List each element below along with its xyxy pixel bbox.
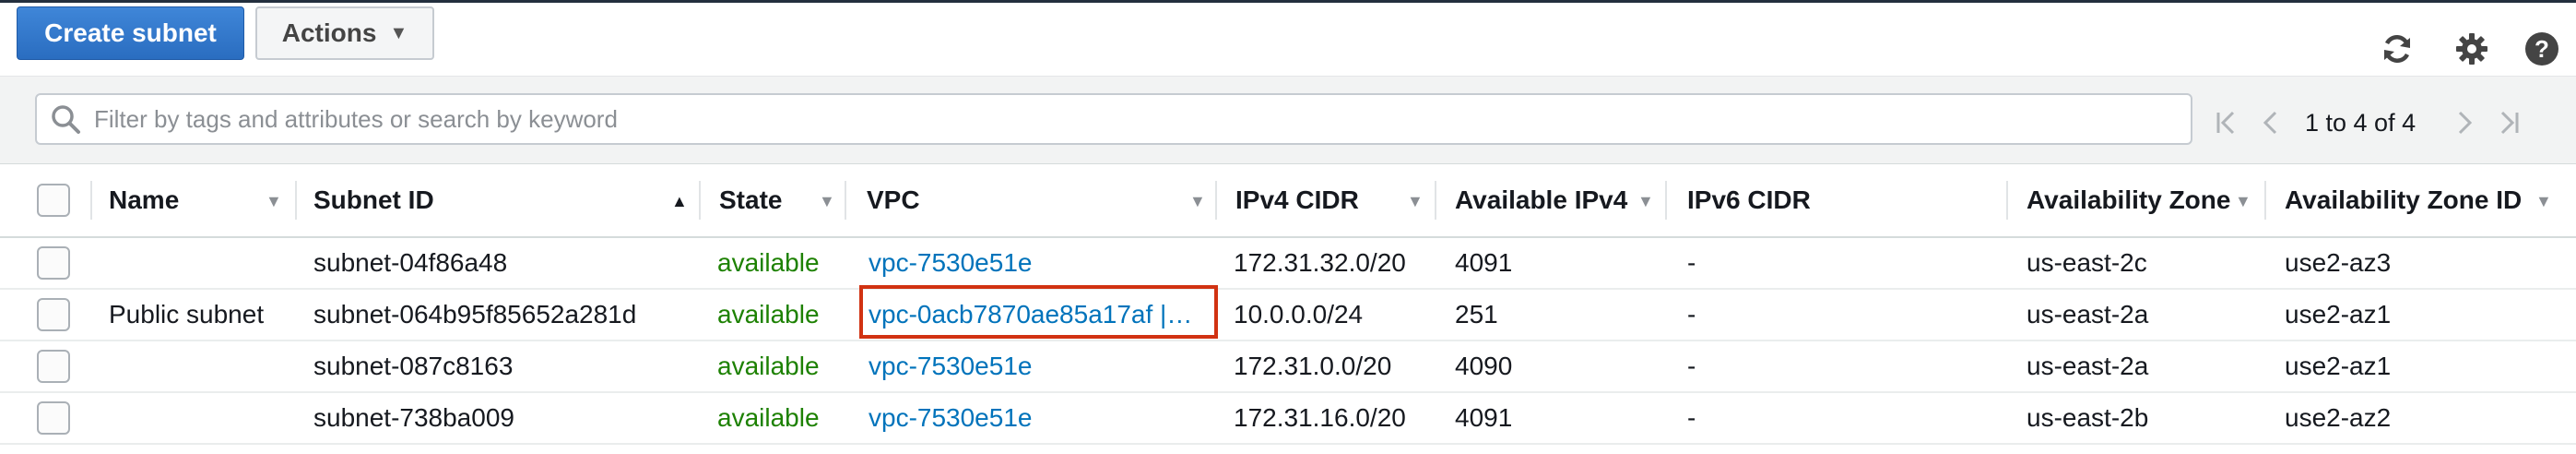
sort-caret-icon[interactable]: ▼ — [1407, 192, 1424, 211]
row-checkbox[interactable] — [37, 246, 70, 280]
cell-subnet-id: subnet-738ba009 — [313, 403, 514, 432]
cell-vpc-link[interactable]: vpc-7530e51e — [869, 393, 1032, 443]
cell-availability-zone: us-east-2a — [2027, 352, 2149, 380]
column-state[interactable]: State — [719, 164, 782, 236]
search-box[interactable] — [35, 93, 2192, 145]
cell-name: Public subnet — [109, 300, 265, 329]
top-border — [0, 0, 2576, 3]
actions-dropdown[interactable]: Actions ▼ — [255, 6, 434, 60]
cell-ipv4-cidr: 172.31.0.0/20 — [1234, 352, 1392, 380]
search-icon — [52, 105, 80, 134]
column-separator — [2006, 181, 2008, 220]
create-subnet-button[interactable]: Create subnet — [17, 6, 244, 60]
search-input[interactable] — [92, 103, 2180, 135]
cell-availability-zone: us-east-2c — [2027, 248, 2147, 277]
cell-subnet-id: subnet-087c8163 — [313, 352, 514, 380]
cell-availability-zone-id: use2-az1 — [2285, 300, 2392, 329]
column-available-ipv4[interactable]: Available IPv4 — [1455, 164, 1627, 236]
cell-state: available — [717, 403, 820, 432]
cell-vpc-link[interactable]: vpc-7530e51e — [869, 238, 1032, 288]
row-checkbox[interactable] — [37, 401, 70, 435]
column-separator — [2264, 181, 2266, 220]
cell-state: available — [717, 248, 820, 277]
column-name[interactable]: Name — [109, 164, 179, 236]
cell-availability-zone: us-east-2b — [2027, 403, 2149, 432]
next-page-icon[interactable] — [2452, 104, 2478, 141]
sort-caret-icon[interactable]: ▼ — [1189, 192, 1206, 211]
column-separator — [1215, 181, 1217, 220]
cell-available-ipv4: 251 — [1455, 300, 1498, 329]
highlight-box — [859, 285, 1218, 339]
table-row[interactable]: subnet-04f86a48 available vpc-7530e51e 1… — [0, 238, 2576, 290]
help-icon[interactable]: ? — [2523, 30, 2561, 68]
column-separator — [295, 181, 297, 220]
sort-caret-icon[interactable]: ▼ — [1637, 192, 1654, 211]
sort-caret-icon[interactable]: ▼ — [2235, 192, 2251, 211]
column-availability-zone-id[interactable]: Availability Zone ID — [2285, 164, 2522, 236]
cell-ipv6-cidr: - — [1687, 403, 1696, 432]
chevron-down-icon: ▼ — [389, 22, 408, 43]
cell-ipv6-cidr: - — [1687, 352, 1696, 380]
cell-available-ipv4: 4090 — [1455, 352, 1513, 380]
column-ipv4-cidr[interactable]: IPv4 CIDR — [1235, 164, 1359, 236]
column-separator — [1435, 181, 1436, 220]
sort-caret-icon[interactable]: ▼ — [2535, 192, 2552, 211]
cell-state: available — [717, 352, 820, 380]
cell-availability-zone: us-east-2a — [2027, 300, 2149, 329]
column-availability-zone[interactable]: Availability Zone — [2027, 164, 2230, 236]
pagination-text: 1 to 4 of 4 — [2305, 109, 2416, 137]
filter-bar: 1 to 4 of 4 — [0, 76, 2576, 164]
cell-subnet-id: subnet-04f86a48 — [313, 248, 508, 277]
table-header: Name ▼ Subnet ID ▲ State ▼ VPC ▼ IPv4 CI… — [0, 164, 2576, 238]
row-checkbox[interactable] — [37, 350, 70, 383]
cell-subnet-id: subnet-064b95f85652a281d — [313, 300, 637, 329]
refresh-icon[interactable] — [2378, 30, 2416, 68]
cell-vpc-link[interactable]: vpc-7530e51e — [869, 341, 1032, 391]
column-vpc[interactable]: VPC — [867, 164, 920, 236]
cell-availability-zone-id: use2-az2 — [2285, 403, 2392, 432]
cell-available-ipv4: 4091 — [1455, 248, 1513, 277]
sort-ascending-icon[interactable]: ▲ — [671, 192, 688, 211]
table-row[interactable]: Public subnet subnet-064b95f85652a281d a… — [0, 290, 2576, 341]
sort-caret-icon[interactable]: ▼ — [819, 192, 835, 211]
column-separator — [699, 181, 701, 220]
cell-state: available — [717, 300, 820, 329]
table-row[interactable]: subnet-738ba009 available vpc-7530e51e 1… — [0, 393, 2576, 445]
select-all-checkbox[interactable] — [37, 184, 70, 217]
svg-text:?: ? — [2535, 35, 2549, 63]
sort-caret-icon[interactable]: ▼ — [266, 192, 282, 211]
gear-icon[interactable] — [2452, 30, 2491, 68]
cell-availability-zone-id: use2-az1 — [2285, 352, 2392, 380]
prev-page-icon[interactable] — [2257, 104, 2283, 141]
cell-ipv4-cidr: 172.31.16.0/20 — [1234, 403, 1406, 432]
cell-available-ipv4: 4091 — [1455, 403, 1513, 432]
column-subnet-id[interactable]: Subnet ID — [313, 164, 434, 236]
cell-ipv6-cidr: - — [1687, 248, 1696, 277]
actions-label: Actions — [281, 18, 377, 47]
first-page-icon[interactable] — [2211, 104, 2240, 141]
cell-ipv4-cidr: 10.0.0.0/24 — [1234, 300, 1364, 329]
column-separator — [845, 181, 846, 220]
table-row[interactable]: subnet-087c8163 available vpc-7530e51e 1… — [0, 341, 2576, 393]
cell-ipv4-cidr: 172.31.32.0/20 — [1234, 248, 1406, 277]
last-page-icon[interactable] — [2495, 104, 2524, 141]
column-separator — [1665, 181, 1667, 220]
cell-availability-zone-id: use2-az3 — [2285, 248, 2392, 277]
column-separator — [90, 181, 92, 220]
row-checkbox[interactable] — [37, 298, 70, 331]
cell-ipv6-cidr: - — [1687, 300, 1696, 329]
column-ipv6-cidr[interactable]: IPv6 CIDR — [1687, 164, 1811, 236]
